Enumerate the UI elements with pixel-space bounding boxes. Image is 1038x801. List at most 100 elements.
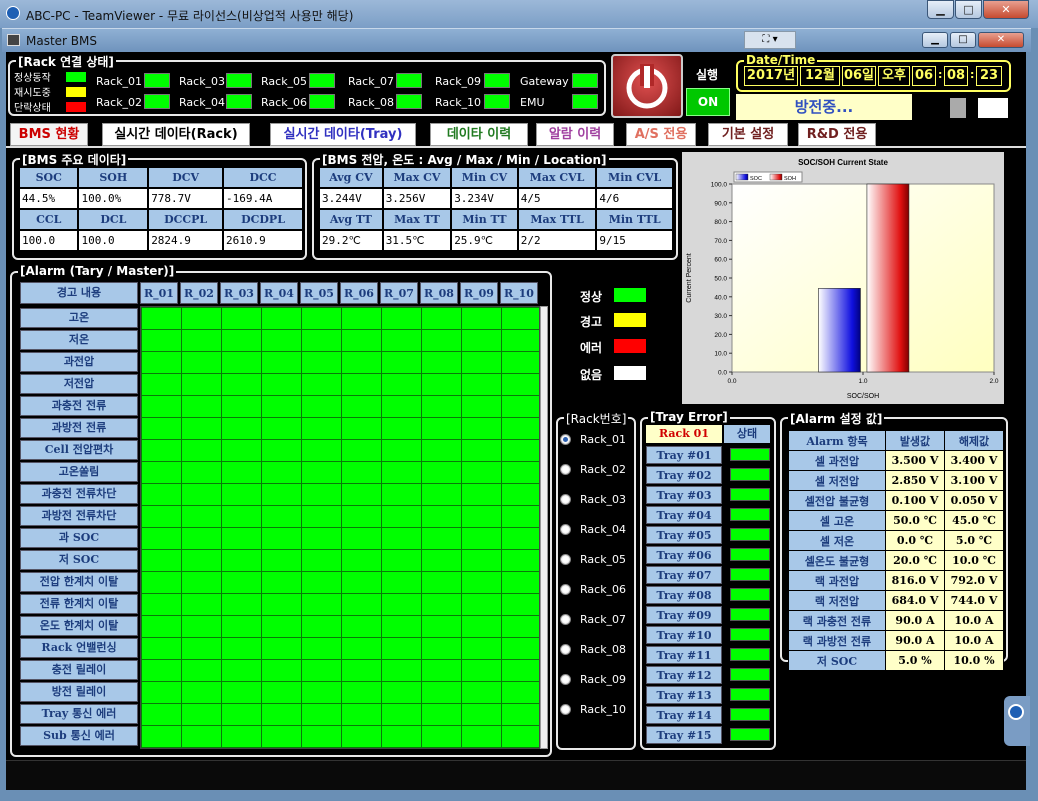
date-month: 12월	[800, 66, 840, 86]
tab-rnd-only[interactable]: R&D 전용	[798, 123, 876, 146]
tab-data-history[interactable]: 데이타 이력	[430, 123, 528, 146]
rack-conn-indicator	[309, 94, 335, 109]
tray-status-indicator	[730, 728, 770, 741]
rack-radio-button[interactable]	[560, 584, 571, 595]
tab-as-only[interactable]: A/S 전용	[626, 123, 696, 146]
alarm-set-value: 3.500 V	[886, 451, 944, 470]
rack-radio-label[interactable]: Rack_02	[580, 463, 626, 476]
rack-radio-button[interactable]	[560, 554, 571, 565]
tab-basic-settings[interactable]: 기본 설정	[708, 123, 788, 146]
tray-label: Tray #15	[646, 726, 722, 744]
rack-radio-button[interactable]	[560, 524, 571, 535]
alarm-set-item: 랙 과전압	[789, 571, 885, 590]
close-button[interactable]: ✕	[983, 0, 1029, 19]
alarm-col-header: R_04	[260, 282, 298, 304]
alarm-row-label: 과방전 전류	[20, 418, 138, 438]
rack-conn-label: Rack_06	[261, 96, 308, 109]
tab-realtime-tray[interactable]: 실시간 데이타(Tray)	[270, 123, 416, 146]
expand-icon[interactable]: ⛶ ▾	[744, 31, 796, 49]
rack-radio-label[interactable]: Rack_06	[580, 583, 626, 596]
teamviewer-side-handle[interactable]	[1004, 696, 1030, 746]
tab-bms-status[interactable]: BMS 현황	[10, 123, 88, 146]
rack-conn-label: Rack_07	[348, 75, 395, 88]
y-tick-label: 10.0	[714, 351, 727, 358]
time-second: 23	[976, 66, 1002, 86]
alarm-row-label: 과 SOC	[20, 528, 138, 548]
rack-select-title: [Rack번호]	[564, 410, 629, 427]
rack-radio-label[interactable]: Rack_09	[580, 673, 626, 686]
alarm-set-value: 744.0 V	[945, 591, 1003, 610]
tray-error-title: [Tray Error]	[648, 410, 730, 424]
power-icon	[626, 64, 668, 109]
rack-radio-label[interactable]: Rack_10	[580, 703, 626, 716]
alarm-set-value: 5.0 %	[886, 651, 944, 670]
alarm-status-grid	[140, 306, 540, 749]
tray-status-indicator	[730, 468, 770, 481]
rack-radio-label[interactable]: Rack_08	[580, 643, 626, 656]
alarm-set-value: 792.0 V	[945, 571, 1003, 590]
tray-label: Tray #06	[646, 546, 722, 564]
rack-conn-indicator	[144, 73, 170, 88]
alarm-col-header: R_09	[460, 282, 498, 304]
rack-radio-label[interactable]: Rack_01	[580, 433, 626, 446]
app-maximize-button[interactable]: □	[950, 32, 976, 48]
alarm-col-header: R_10	[500, 282, 538, 304]
alarm-row-label: Sub 통신 에러	[20, 726, 138, 746]
value-cell: 2610.9	[224, 231, 302, 250]
power-button[interactable]	[611, 54, 683, 118]
rack-radio-label[interactable]: Rack_03	[580, 493, 626, 506]
y-tick-label: 30.0	[714, 313, 727, 320]
alarm-row-label: 과충전 전류	[20, 396, 138, 416]
rack-radio-label[interactable]: Rack_07	[580, 613, 626, 626]
alarm-set-value: 90.0 A	[886, 631, 944, 650]
state-legend-swatch	[614, 366, 646, 380]
tab-realtime-rack[interactable]: 실시간 데이타(Rack)	[102, 123, 250, 146]
alarm-set-item: 셀 저온	[789, 531, 885, 550]
tab-alarm-history[interactable]: 알람 이력	[536, 123, 614, 146]
alarm-col-header: R_05	[300, 282, 338, 304]
value-cell: 9/15	[597, 231, 672, 250]
rack-radio-button[interactable]	[560, 434, 571, 445]
time-minute: 08	[944, 66, 968, 86]
rack-connection-title: [Rack 연결 상태]	[16, 53, 116, 70]
rack-conn-indicator	[396, 94, 422, 109]
header-cell: DCCPL	[149, 210, 223, 229]
alarm-set-item: 셀전압 불균형	[789, 491, 885, 510]
header-cell: DCV	[149, 168, 223, 187]
rack-radio-button[interactable]	[560, 614, 571, 625]
app-close-button[interactable]: ✕	[978, 32, 1024, 48]
minimize-button[interactable]: ▁	[927, 0, 954, 19]
value-cell: 3.234V	[452, 189, 517, 208]
tray-status-indicator	[730, 608, 770, 621]
legend-normal-label: 정상동작	[14, 73, 51, 84]
value-cell: -169.4A	[224, 189, 302, 208]
app-minimize-button[interactable]: ▁	[922, 32, 948, 48]
alarm-set-value: 45.0 ℃	[945, 511, 1003, 530]
value-cell: 4/5	[518, 189, 596, 208]
tray-status-indicator	[730, 568, 770, 581]
alarm-set-value: 684.0 V	[886, 591, 944, 610]
rack-radio-button[interactable]	[560, 644, 571, 655]
alarm-col-header: R_06	[340, 282, 378, 304]
alarm-settings-title: [Alarm 설정 값]	[788, 410, 885, 427]
y-tick-label: 50.0	[714, 276, 727, 283]
state-legend-swatch	[614, 339, 646, 353]
tray-status-indicator	[730, 508, 770, 521]
value-cell: 31.5℃	[383, 231, 451, 250]
alarm-col-header: R_02	[180, 282, 218, 304]
rack-radio-button[interactable]	[560, 704, 571, 715]
rack-radio-label[interactable]: Rack_04	[580, 523, 626, 536]
gateway-indicator	[572, 73, 598, 88]
rack-radio-button[interactable]	[560, 674, 571, 685]
header-cell: DCL	[79, 210, 148, 229]
alarm-set-value: 50.0 ℃	[886, 511, 944, 530]
maximize-button[interactable]: □	[955, 0, 982, 19]
rack-radio-button[interactable]	[560, 494, 571, 505]
grid-scrollbar[interactable]	[540, 306, 548, 749]
rack-radio-label[interactable]: Rack_05	[580, 553, 626, 566]
rack-radio-button[interactable]	[560, 464, 571, 475]
header-cell: Avg CV	[320, 168, 382, 187]
value-cell: 100.0	[20, 231, 78, 250]
alarm-col-header: R_01	[140, 282, 178, 304]
app-title-bar: Master BMS ⛶ ▾ ▁ □ ✕	[2, 28, 1031, 52]
